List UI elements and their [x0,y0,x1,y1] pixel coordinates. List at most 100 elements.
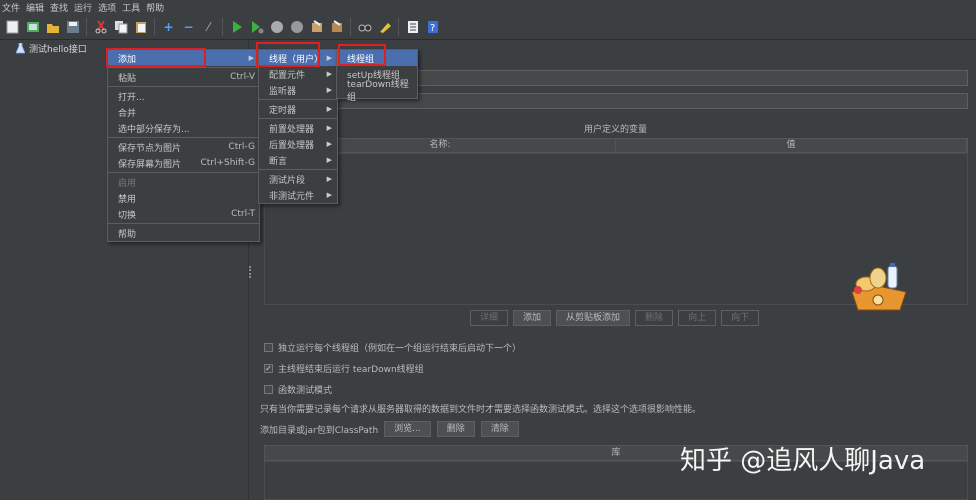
menu-item-thread-group[interactable]: 线程组 [337,50,417,66]
classpath-delete-button[interactable]: 删除 [436,421,475,437]
menu-item-merge[interactable]: 合并 [108,104,259,120]
templates-icon[interactable] [24,18,41,35]
submenu-arrow-icon: ▶ [326,105,332,113]
detail-button[interactable]: 详细 [470,310,509,326]
test-plan-icon [16,43,25,54]
submenu-arrow-icon: ▶ [326,191,332,199]
functional-mode-description: 只有当你需要记录每个请求从服务器取得的数据到文件时才需要选择函数测试模式。选择这… [260,405,702,415]
start-icon[interactable] [228,18,245,35]
shortcut: Ctrl+Shift-G [200,158,255,168]
stop-icon[interactable] [268,18,285,35]
submenu-arrow-icon: ▶ [326,86,332,94]
menu-item-disable[interactable]: 禁用 [108,190,259,206]
menu-item-toggle[interactable]: 切换 Ctrl-T [108,206,259,222]
toolbar-separator [222,17,223,36]
splitter-handle[interactable] [249,266,252,278]
teardown-on-shutdown-checkbox[interactable]: ✓ 主线程结束后运行 tearDown线程组 [264,362,424,375]
menu-separator [108,86,259,87]
menu-file[interactable]: 文件 [2,1,20,14]
expand-icon[interactable]: + [160,18,177,35]
shortcut: Ctrl-V [230,72,255,82]
search-icon[interactable] [356,18,373,35]
tree-item-label: 测试hello接口 [29,45,87,55]
menu-item-non-test-element[interactable]: 非测试元件 ▶ [259,187,337,203]
submenu-arrow-icon: ▶ [248,54,254,62]
table-buttons: 详细 添加 从剪贴板添加 删除 向上 向下 [470,310,760,326]
function-helper-icon[interactable] [404,18,421,35]
menu-item-paste[interactable]: 粘贴 Ctrl-V [108,69,259,85]
reset-search-icon[interactable] [376,18,393,35]
serialize-threadgroups-checkbox[interactable]: 独立运行每个线程组（例如在一个组运行结束后启动下一个） [264,341,521,354]
paste-icon[interactable] [132,18,149,35]
checkbox-box[interactable] [264,385,273,394]
menu-search[interactable]: 查找 [50,1,68,14]
new-icon[interactable] [4,18,21,35]
add-submenu: 线程（用户） ▶ 配置元件 ▶ 监听器 ▶ 定时器 ▶ 前置处理器 ▶ 后置处理器 ▶ 断言… [258,49,338,204]
menu-item-config-element[interactable]: 配置元件 ▶ [259,66,337,82]
classpath-clear-button[interactable]: 清除 [480,421,519,437]
shortcut: Ctrl-G [228,142,255,152]
start-no-pause-icon[interactable] [248,18,265,35]
menu-edit[interactable]: 编辑 [26,1,44,14]
menu-options[interactable]: 选项 [98,1,116,14]
collapse-icon[interactable]: − [180,18,197,35]
menu-item-timer[interactable]: 定时器 ▶ [259,101,337,117]
save-icon[interactable] [64,18,81,35]
menu-help[interactable]: 帮助 [146,1,164,14]
menu-item-add[interactable]: 添加 ▶ [108,50,259,66]
checkbox-box[interactable] [264,343,273,352]
move-down-button[interactable]: 向下 [721,310,760,326]
toolbar-separator [398,17,399,36]
functional-mode-checkbox[interactable]: 函数测试模式 [264,383,332,396]
column-value-header[interactable]: 值 [616,139,967,152]
menu-item-save-selection[interactable]: 选中部分保存为... [108,120,259,136]
toolbar-separator [350,17,351,36]
menu-item-post-processor[interactable]: 后置处理器 ▶ [259,136,337,152]
cut-icon[interactable] [92,18,109,35]
menu-item-assertion[interactable]: 断言 ▶ [259,152,337,168]
context-menu: 添加 ▶ 粘贴 Ctrl-V 打开... 合并 选中部分保存为... 保存节点为图片… [107,49,260,242]
delete-button[interactable]: 删除 [635,310,674,326]
submenu-arrow-icon: ▶ [326,70,332,78]
move-up-button[interactable]: 向上 [678,310,717,326]
browse-button[interactable]: 浏览... [384,421,431,437]
menu-run[interactable]: 运行 [74,1,92,14]
open-icon[interactable] [44,18,61,35]
user-vars-title: 用户定义的变量 [584,125,648,135]
clear-icon[interactable] [308,18,325,35]
copy-icon[interactable] [112,18,129,35]
toolbar-separator [154,17,155,36]
submenu-arrow-icon: ▶ [326,124,332,132]
help-icon[interactable]: ? [424,18,441,35]
menu-item-save-screen-image[interactable]: 保存屏幕为图片 Ctrl+Shift-G [108,155,259,171]
menu-item-listener[interactable]: 监听器 ▶ [259,82,337,98]
menu-item-teardown-thread-group[interactable]: tearDown线程组 [337,80,417,103]
user-vars-table-header: 名称: 值 [264,138,968,153]
menu-bar: 文件 编辑 查找 运行 选项 工具 帮助 [0,0,976,14]
menu-tools[interactable]: 工具 [122,1,140,14]
shutdown-icon[interactable] [288,18,305,35]
menu-separator [259,118,337,119]
menu-item-enable: 启用 [118,178,137,189]
shortcut: Ctrl-T [231,209,255,219]
add-button[interactable]: 添加 [513,310,552,326]
menu-separator [108,137,259,138]
menu-item-help[interactable]: 帮助 [108,225,259,241]
menu-item-save-node-image[interactable]: 保存节点为图片 Ctrl-G [108,139,259,155]
tree-item-test-plan[interactable]: 测试hello接口 [16,42,87,55]
menu-separator [108,223,259,224]
menu-item-test-fragment[interactable]: 测试片段 ▶ [259,171,337,187]
menu-item-threads[interactable]: 线程（用户） ▶ [259,50,337,66]
checkbox-label: 独立运行每个线程组（例如在一个组运行结束后启动下一个） [278,344,522,354]
checkbox-box[interactable]: ✓ [264,364,273,373]
toggle-icon[interactable]: ⁄ [200,18,217,35]
checkbox-label: 主线程结束后运行 tearDown线程组 [278,365,424,375]
classpath-row: 添加目录或jar包到ClassPath 浏览... 删除 清除 [260,421,519,437]
clear-all-icon[interactable] [328,18,345,35]
threads-submenu: 线程组 setUp线程组 tearDown线程组 [336,49,418,103]
add-from-clipboard-button[interactable]: 从剪贴板添加 [556,310,631,326]
menu-item-pre-processor[interactable]: 前置处理器 ▶ [259,120,337,136]
menu-item-open[interactable]: 打开... [108,88,259,104]
submenu-arrow-icon: ▶ [326,175,332,183]
checkbox-label: 函数测试模式 [278,386,333,396]
